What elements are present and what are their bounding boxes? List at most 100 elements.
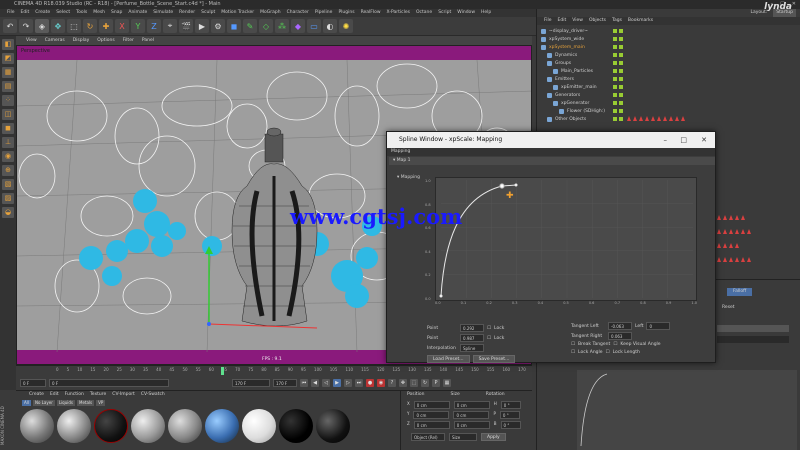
menu-item[interactable]: Sculpt bbox=[198, 9, 218, 17]
point-x-field[interactable]: 0.292 bbox=[460, 324, 484, 332]
tag-icon[interactable] bbox=[747, 257, 751, 262]
material-filter-chip[interactable]: VP bbox=[96, 400, 106, 406]
polygons-mode-icon[interactable]: ◼ bbox=[2, 123, 14, 134]
maximize-icon[interactable]: □ bbox=[680, 132, 687, 148]
visibility-toggle[interactable] bbox=[613, 85, 617, 89]
size-x-field[interactable]: 0 cm bbox=[453, 401, 490, 409]
visibility-toggle[interactable] bbox=[613, 29, 617, 33]
redo-icon[interactable]: ↷ bbox=[19, 19, 33, 33]
grid-key-icon[interactable]: ▦ bbox=[443, 379, 451, 387]
break-tangent-checkbox[interactable]: ☐ bbox=[571, 342, 575, 347]
tag-icon[interactable] bbox=[681, 116, 685, 121]
lock-workplane-icon[interactable]: ▧ bbox=[2, 179, 14, 190]
tag-icon[interactable] bbox=[657, 116, 661, 121]
attr-field[interactable] bbox=[717, 336, 789, 343]
edges-mode-icon[interactable]: ◫ bbox=[2, 109, 14, 120]
apply-button[interactable]: Apply bbox=[481, 433, 506, 441]
menu-item[interactable]: Edit bbox=[18, 9, 33, 17]
enable-checkmark[interactable] bbox=[619, 101, 623, 105]
keyframe-icon[interactable]: ? bbox=[388, 379, 396, 387]
load-preset-button[interactable]: Load Preset... bbox=[427, 355, 470, 363]
tag-icon[interactable] bbox=[669, 116, 673, 121]
reset-label[interactable]: Reset bbox=[722, 305, 735, 310]
material-filter-chip[interactable]: No Layer bbox=[32, 400, 55, 406]
material-swatch[interactable] bbox=[131, 409, 165, 443]
material-menu-item[interactable]: CV-Import bbox=[109, 391, 138, 399]
tag-icon[interactable] bbox=[675, 116, 679, 121]
material-swatch[interactable] bbox=[279, 409, 313, 443]
viewport-menu-item[interactable]: View bbox=[22, 36, 41, 45]
object-menu-item[interactable]: Bookmarks bbox=[625, 17, 656, 25]
autokey-icon[interactable]: ◉ bbox=[377, 379, 385, 387]
rot-b-field[interactable]: 0 ° bbox=[500, 421, 521, 429]
cube-icon[interactable]: ◼ bbox=[227, 19, 241, 33]
visibility-toggle[interactable] bbox=[613, 69, 617, 73]
tag-icon[interactable] bbox=[645, 116, 649, 121]
render-view-icon[interactable]: 🎬 bbox=[179, 19, 193, 33]
tag-icon[interactable] bbox=[729, 243, 733, 248]
enable-checkmark[interactable] bbox=[619, 117, 623, 121]
subdivision-icon[interactable]: ◇ bbox=[259, 19, 273, 33]
menu-item[interactable]: Pipeline bbox=[312, 9, 336, 17]
viewport-menu-item[interactable]: Filter bbox=[119, 36, 138, 45]
playhead[interactable] bbox=[221, 367, 224, 375]
object-menu-item[interactable]: Edit bbox=[555, 17, 570, 25]
spline-point-selected[interactable] bbox=[499, 183, 505, 189]
tag-icon[interactable] bbox=[717, 229, 721, 234]
viewport-menu-item[interactable]: Options bbox=[93, 36, 118, 45]
material-swatch[interactable] bbox=[205, 409, 239, 443]
prev-key-icon[interactable]: ◀ bbox=[311, 379, 319, 387]
timeline-ruler[interactable]: 0 5 10 15 20 25 30 35 40 45 50 55 60 65 70 75 80 85 90 95 10… bbox=[56, 367, 526, 374]
interpolation-select[interactable]: Spline bbox=[460, 344, 484, 352]
make-editable-icon[interactable]: ◧ bbox=[2, 39, 14, 50]
floor-icon[interactable]: ▭ bbox=[307, 19, 321, 33]
pen-icon[interactable]: ✎ bbox=[243, 19, 257, 33]
render-picture-icon[interactable]: ▶ bbox=[195, 19, 209, 33]
tag-icon[interactable] bbox=[735, 257, 739, 262]
tag-icon[interactable] bbox=[729, 215, 733, 220]
menu-item[interactable]: Window bbox=[454, 9, 478, 17]
menu-item[interactable]: Mesh bbox=[90, 9, 108, 17]
visibility-toggle[interactable] bbox=[613, 45, 617, 49]
scale-icon[interactable]: ⬚ bbox=[67, 19, 81, 33]
rotate-icon[interactable]: ↻ bbox=[83, 19, 97, 33]
save-preset-button[interactable]: Save Preset... bbox=[472, 355, 516, 363]
tag-icon[interactable] bbox=[717, 243, 721, 248]
undo-icon[interactable]: ↶ bbox=[3, 19, 17, 33]
tag-icon[interactable] bbox=[729, 229, 733, 234]
menu-item[interactable]: Character bbox=[284, 9, 312, 17]
visibility-toggle[interactable] bbox=[613, 117, 617, 121]
scale-key-icon[interactable]: ⬚ bbox=[410, 379, 418, 387]
tag-icon[interactable] bbox=[723, 257, 727, 262]
tag-icon[interactable] bbox=[741, 229, 745, 234]
visibility-toggle[interactable] bbox=[613, 109, 617, 113]
live-select-icon[interactable]: ◈ bbox=[35, 19, 49, 33]
material-menu-item[interactable]: Edit bbox=[47, 391, 62, 399]
visibility-toggle[interactable] bbox=[613, 53, 617, 57]
material-filter-chip[interactable]: Metals bbox=[77, 400, 95, 406]
visibility-toggle[interactable] bbox=[613, 101, 617, 105]
material-menu-item[interactable]: Create bbox=[26, 391, 47, 399]
material-swatch[interactable] bbox=[94, 409, 128, 443]
axis-z-icon[interactable]: Z bbox=[147, 19, 161, 33]
deformer-icon[interactable]: ◆ bbox=[291, 19, 305, 33]
menu-item[interactable]: Motion Tracker bbox=[218, 9, 257, 17]
close-icon[interactable]: ✕ bbox=[792, 0, 796, 9]
tangent-right-field[interactable]: 0.063 bbox=[608, 332, 632, 340]
object-menu-item[interactable]: Tags bbox=[609, 17, 625, 25]
material-swatch[interactable] bbox=[242, 409, 276, 443]
menu-item[interactable]: Animate bbox=[125, 9, 150, 17]
lock-angle-checkbox[interactable]: ☐ bbox=[571, 350, 575, 355]
next-key-icon[interactable]: ▷ bbox=[344, 379, 352, 387]
light-icon[interactable]: ✺ bbox=[339, 19, 353, 33]
size-mode-select[interactable]: Size bbox=[449, 433, 477, 441]
menu-item[interactable]: Select bbox=[53, 9, 73, 17]
lock-checkbox[interactable]: ☐ bbox=[487, 336, 491, 341]
rot-h-field[interactable]: 0 ° bbox=[500, 401, 521, 409]
menu-item[interactable]: RealFlow bbox=[358, 9, 384, 17]
menu-item[interactable]: X-Particles bbox=[384, 9, 413, 17]
point-y-field[interactable]: 0.987 bbox=[460, 334, 484, 342]
enable-checkmark[interactable] bbox=[619, 45, 623, 49]
map-section-header[interactable]: ▾ Map 1 bbox=[389, 157, 715, 165]
pos-y-field[interactable]: 0 cm bbox=[413, 411, 450, 419]
